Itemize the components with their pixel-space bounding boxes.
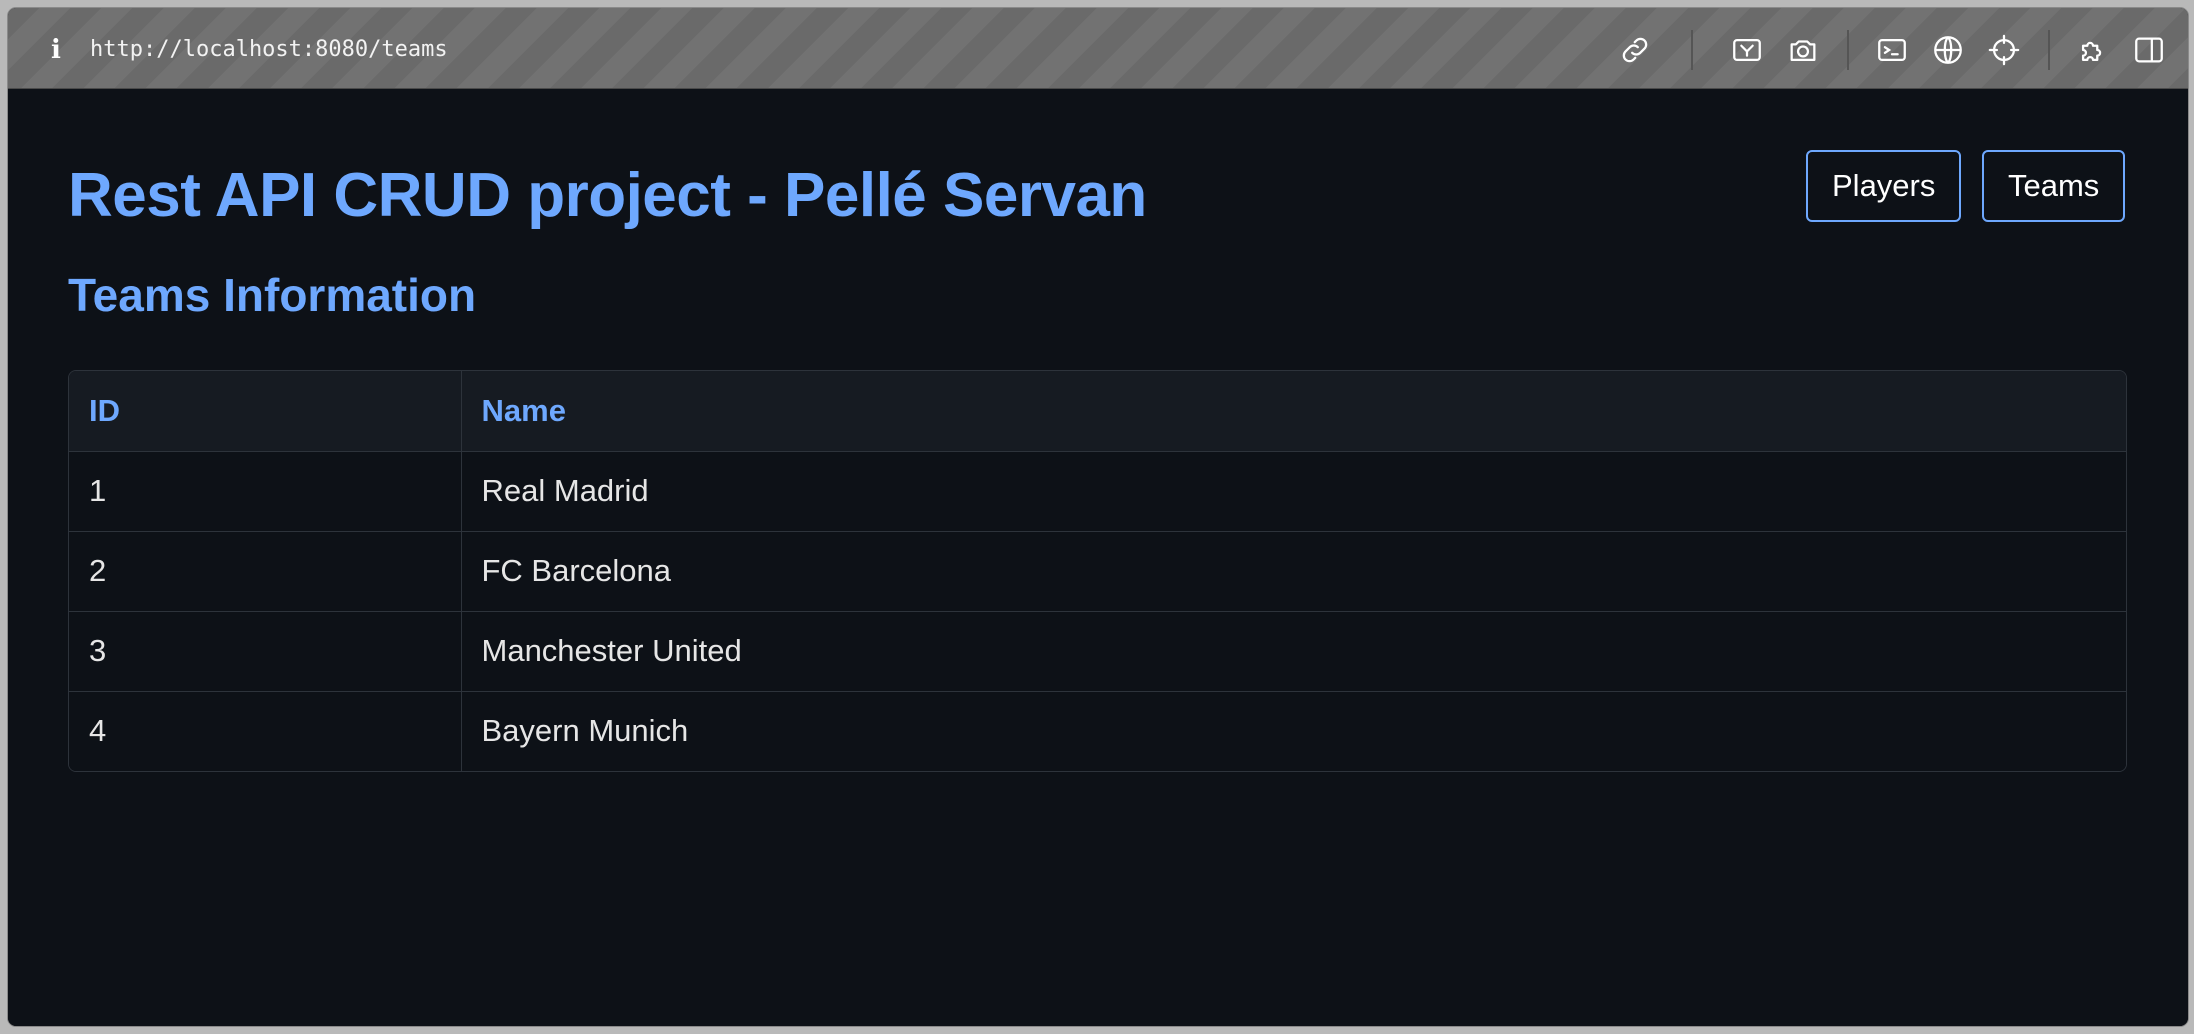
terminal-icon[interactable] (1870, 28, 1914, 72)
screencast-icon[interactable] (1725, 28, 1769, 72)
team-id-cell: 1 (69, 450, 462, 531)
page-title: Rest API CRUD project - Pellé Servan (68, 161, 1147, 230)
teams-table: ID Name 1 Real Madrid 2 FC Barcelona 3 M… (68, 370, 2127, 772)
table-row: 4 Bayern Munich (69, 690, 2126, 771)
section-title: Teams Information (68, 269, 477, 321)
column-header-id: ID (69, 371, 462, 451)
browser-window: i http://localhost:8080/teams Rest API C… (8, 8, 2188, 1026)
crosshair-icon[interactable] (1982, 28, 2026, 72)
extension-icon[interactable] (2071, 28, 2115, 72)
team-name-cell: FC Barcelona (461, 530, 2126, 611)
team-id-cell: 2 (69, 530, 462, 611)
column-header-name: Name (461, 371, 2126, 451)
toolbar-divider (1691, 30, 1693, 70)
team-id-cell: 4 (69, 690, 462, 771)
camera-icon[interactable] (1781, 28, 1825, 72)
info-icon[interactable]: i (36, 30, 76, 70)
browser-toolbar: i http://localhost:8080/teams (8, 8, 2188, 89)
toolbar-divider (2048, 30, 2050, 70)
page-content: Rest API CRUD project - Pellé Servan Pla… (8, 90, 2188, 1026)
team-id-cell: 3 (69, 610, 462, 691)
team-name-cell: Manchester United (461, 610, 2126, 691)
table-header-row: ID Name (69, 371, 2126, 451)
table-row: 3 Manchester United (69, 610, 2126, 691)
toolbar-divider (1847, 30, 1849, 70)
table-row: 1 Real Madrid (69, 450, 2126, 531)
teams-nav-button[interactable]: Teams (1982, 150, 2126, 222)
players-nav-button[interactable]: Players (1806, 150, 1962, 222)
team-name-cell: Bayern Munich (461, 690, 2126, 771)
sidebar-icon[interactable] (2127, 28, 2171, 72)
globe-icon[interactable] (1926, 28, 1970, 72)
address-bar[interactable]: http://localhost:8080/teams (90, 30, 448, 70)
link-icon[interactable] (1613, 28, 1657, 72)
table-row: 2 FC Barcelona (69, 530, 2126, 611)
team-name-cell: Real Madrid (461, 450, 2126, 531)
